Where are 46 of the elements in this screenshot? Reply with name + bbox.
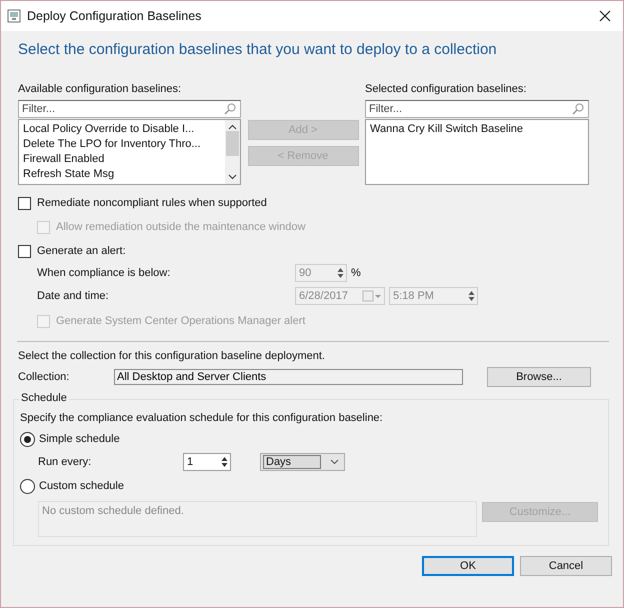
search-icon — [224, 103, 236, 115]
chevron-down-icon — [330, 459, 339, 465]
schedule-prompt: Specify the compliance evaluation schedule for this configuration baseline: — [20, 412, 384, 424]
scroll-down-icon[interactable] — [228, 174, 237, 180]
window-title: Deploy Configuration Baselines — [27, 9, 202, 23]
radio-label: Simple schedule — [39, 433, 120, 445]
browse-button[interactable]: Browse... — [487, 367, 591, 387]
filter-field[interactable]: Filter... — [18, 100, 241, 118]
close-icon[interactable] — [599, 10, 611, 22]
list-item[interactable]: Firewall Enabled — [23, 152, 221, 167]
checkbox[interactable] — [18, 196, 31, 210]
dialog-button[interactable]: Cancel — [520, 556, 612, 576]
search-icon — [572, 103, 584, 115]
filter-field[interactable]: Filter... — [365, 100, 589, 118]
schedule-legend: Schedule — [19, 392, 69, 404]
available-label: Available configuration baselines: — [18, 83, 182, 97]
list-item[interactable]: Refresh State Msg — [23, 167, 221, 182]
collection-label: Collection: — [18, 371, 70, 383]
checkbox-label: Generate an alert: — [37, 245, 126, 257]
interval-spinner[interactable]: 1 — [183, 453, 231, 471]
scroll-up-icon[interactable] — [228, 124, 237, 130]
window-app-icon — [7, 9, 21, 23]
dialog-button[interactable]: OK — [422, 556, 514, 576]
unit-dropdown[interactable]: Days — [260, 453, 345, 471]
scroll-thumb[interactable] — [226, 130, 239, 156]
checkbox-label: Remediate noncompliant rules when supported — [37, 197, 267, 209]
page-heading: Select the configuration baselines that you want to deploy to a collection — [18, 41, 498, 60]
list-item[interactable]: Local Policy Override to Disable I... — [23, 122, 221, 137]
checkbox[interactable] — [18, 244, 31, 258]
collection-prompt: Select the collection for this configuration baseline deployment. — [18, 350, 326, 362]
list-item[interactable]: Wanna Cry Kill Switch Baseline — [370, 122, 584, 137]
radio-label: Custom schedule — [39, 480, 124, 492]
run-every-label: Run every: — [37, 456, 92, 468]
selected-label: Selected configuration baselines: — [365, 83, 528, 97]
date-time-label: Date and time: — [36, 290, 110, 302]
scrollbar[interactable] — [225, 120, 240, 184]
collection-field[interactable]: All Desktop and Server Clients — [114, 369, 463, 385]
custom-schedule-text: No custom schedule defined. — [42, 505, 184, 517]
radio-button[interactable] — [20, 432, 35, 446]
radio-button[interactable] — [20, 478, 35, 494]
list-item[interactable]: Delete The LPO for Inventory Thro... — [23, 137, 221, 152]
checkbox-label: Generate System Center Operations Manager alert — [56, 315, 306, 327]
spin-arrows-icon[interactable] — [220, 456, 228, 468]
checkbox-label: Allow remediation outside the maintenance window — [56, 221, 306, 233]
compliance-label: When compliance is below: — [36, 267, 172, 279]
percent-label: % — [351, 267, 361, 279]
